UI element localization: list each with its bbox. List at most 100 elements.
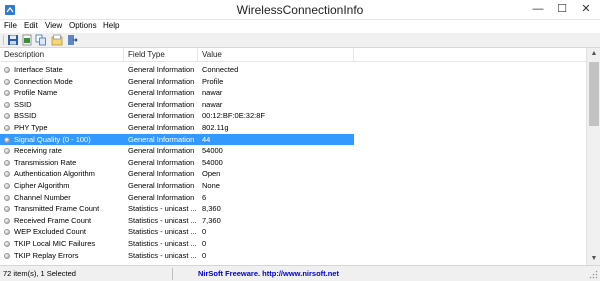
table-row[interactable]: Transmitted Frame Count Statistics - unic… (0, 203, 586, 215)
table-row[interactable]: Authentication Algorithm General Informat… (0, 168, 586, 180)
table-row[interactable]: Transmission Rate General Information 5400… (0, 157, 586, 169)
window-title: WirelessConnectionInfo (236, 3, 364, 17)
cell-value: 7,360 (202, 215, 221, 225)
cell-field-type: General Information (128, 192, 195, 202)
minimize-button[interactable]: — (526, 0, 550, 20)
row-bullet-icon (4, 136, 10, 143)
menu-view[interactable]: View (45, 20, 62, 33)
row-bullet-icon (4, 148, 10, 155)
menu-edit[interactable]: Edit (24, 20, 38, 33)
status-item-count: 72 item(s), 1 Selected (3, 269, 76, 278)
cell-field-type: General Information (128, 122, 195, 132)
table-row[interactable]: TKIP Local MIC Failures Statistics - unic… (0, 238, 586, 250)
cell-description: Cipher Algorithm (14, 180, 70, 190)
cell-value: 802.11g (202, 122, 229, 132)
menu-bar: File Edit View Options Help (0, 20, 600, 33)
cell-field-type: Statistics - unicast ... (128, 227, 197, 237)
cell-field-type: General Information (128, 111, 195, 121)
status-divider (172, 268, 173, 280)
table-row[interactable]: Signal Quality (0 - 100) General Informat… (0, 133, 586, 146)
row-bullet-icon (4, 182, 10, 189)
row-bullet-icon (4, 206, 10, 213)
cell-description: BSSID (14, 111, 37, 121)
row-bullet-icon (4, 252, 10, 259)
copy-icon[interactable] (35, 34, 47, 46)
cell-value: 0 (202, 250, 207, 260)
cell-field-type: General Information (128, 134, 195, 144)
toolbar (0, 33, 600, 48)
cell-value: Profile (202, 76, 224, 86)
cell-description: PHY Type (14, 122, 48, 132)
cell-description: Transmitted Frame Count (14, 204, 100, 214)
list-header: Description Field Type Value (0, 48, 586, 62)
properties-icon[interactable] (51, 34, 63, 46)
cell-field-type: General Information (128, 146, 195, 156)
table-row[interactable]: Connection Mode General Information Profil… (0, 76, 586, 88)
maximize-button[interactable]: ☐ (550, 0, 574, 20)
column-header-field-type[interactable]: Field Type (124, 48, 198, 62)
cell-description: SSID (14, 99, 32, 109)
cell-description: Profile Name (14, 88, 58, 98)
row-bullet-icon (4, 159, 10, 166)
table-row[interactable]: Cipher Algorithm General Information None (0, 180, 586, 192)
cell-value: nawar (202, 88, 223, 98)
column-header-description[interactable]: Description (0, 48, 124, 62)
resize-grip-icon[interactable] (589, 270, 598, 279)
table-row[interactable]: Channel Number General Information 6 (0, 192, 586, 204)
cell-field-type: General Information (128, 65, 195, 74)
table-row[interactable]: WEP Excluded Count Statistics - unicast .… (0, 226, 586, 238)
table-row[interactable]: Received Frame Count Statistics - unicast… (0, 215, 586, 227)
save-icon[interactable] (7, 34, 19, 46)
scroll-down-icon[interactable]: ▼ (587, 253, 600, 265)
cell-description: Interface State (14, 65, 63, 74)
row-bullet-icon (4, 67, 10, 73)
status-bar: 72 item(s), 1 Selected NirSoft Freeware.… (0, 265, 600, 281)
menu-options[interactable]: Options (69, 20, 97, 33)
cell-field-type: General Information (128, 99, 195, 109)
cell-description: Receiving rate (14, 146, 62, 156)
table-row[interactable]: Profile Name General Information nawar (0, 87, 586, 99)
row-bullet-icon (4, 78, 10, 85)
scroll-up-icon[interactable]: ▲ (587, 48, 600, 60)
table-row[interactable]: PHY Type General Information 802.11g (0, 122, 586, 134)
cell-field-type: General Information (128, 157, 195, 167)
cell-value: 6 (202, 192, 207, 202)
cell-description: Received Frame Count (14, 215, 92, 225)
cell-value: 00:12:BF:0E:32:8F (202, 111, 265, 121)
row-bullet-icon (4, 229, 10, 236)
menu-help[interactable]: Help (103, 20, 119, 33)
cell-value: 54000 (202, 157, 223, 167)
cell-value: 44 (202, 134, 211, 144)
column-header-value[interactable]: Value (198, 48, 354, 62)
info-list[interactable]: Description Field Type Value Interface S… (0, 48, 586, 265)
table-row[interactable]: SSID General Information nawar (0, 99, 586, 111)
cell-field-type: Statistics - unicast ... (128, 238, 197, 248)
html-report-icon[interactable] (21, 34, 33, 46)
table-row[interactable]: BSSID General Information 00:12:BF:0E:32:8… (0, 110, 586, 122)
table-row[interactable]: Receiving rate General Information 54000 (0, 145, 586, 157)
row-bullet-icon (4, 101, 10, 108)
cell-description: TKIP Local MIC Failures (14, 238, 96, 248)
cell-description: WEP Excluded Count (14, 227, 86, 237)
cell-field-type: Statistics - unicast ... (128, 204, 197, 214)
vertical-scrollbar[interactable]: ▲ ▼ (586, 48, 600, 265)
cell-description: Channel Number (14, 192, 71, 202)
cell-field-type: Statistics - unicast ... (128, 215, 197, 225)
nirsoft-link[interactable]: NirSoft Freeware. http://www.nirsoft.net (198, 269, 339, 278)
close-button[interactable]: ✕ (574, 0, 598, 20)
cell-field-type: General Information (128, 180, 195, 190)
row-bullet-icon (4, 113, 10, 120)
exit-icon[interactable] (66, 34, 78, 46)
row-bullet-icon (4, 124, 10, 131)
cell-value: 0 (202, 227, 207, 237)
table-row[interactable]: Interface State General Information Connec… (0, 64, 586, 76)
cell-field-type: General Information (128, 169, 195, 179)
table-row[interactable]: TKIP Replay Errors Statistics - unicast .… (0, 250, 586, 262)
cell-value: Connected (202, 65, 239, 74)
list-rows: Interface State General Information Connec… (0, 64, 586, 261)
menu-file[interactable]: File (4, 20, 17, 33)
scroll-thumb[interactable] (589, 62, 599, 126)
row-bullet-icon (4, 90, 10, 97)
row-bullet-icon (4, 171, 10, 178)
toolbar-grip (3, 35, 4, 45)
